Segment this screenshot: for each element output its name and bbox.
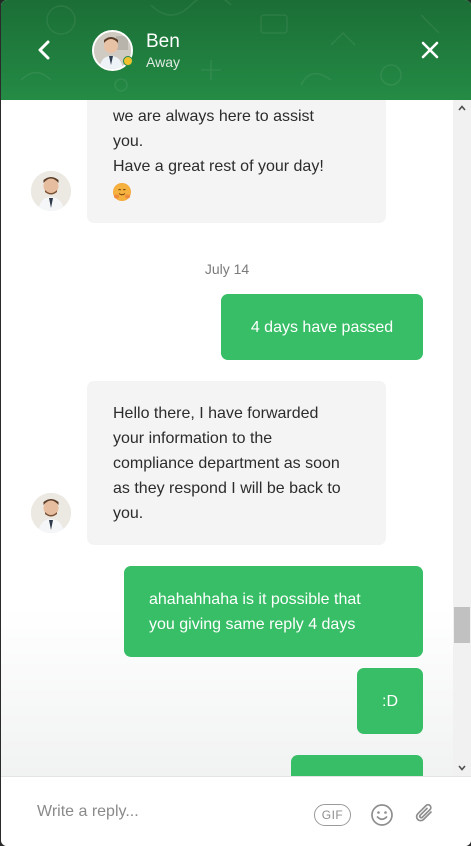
smiley-icon <box>371 804 393 826</box>
agent-avatar <box>92 30 133 71</box>
chevron-left-icon <box>38 40 50 60</box>
caret-down-icon <box>458 765 466 771</box>
message-text: 4 days have passed <box>250 318 394 336</box>
date-separator: July 14 <box>204 261 250 277</box>
message-line: we are always here to assist <box>113 108 314 125</box>
message-line: Hello there, I have forwarded <box>113 405 319 422</box>
agent-status: Away <box>146 54 180 70</box>
chat-header: Ben Away <box>1 0 471 100</box>
scroll-up-button[interactable] <box>453 100 471 116</box>
message-line: your information to the <box>113 430 273 447</box>
hugging-face-emoji <box>113 182 131 201</box>
reply-composer: GIF <box>1 776 471 846</box>
scroll-down-button[interactable] <box>453 760 471 776</box>
message-line: as they respond I will be back to <box>113 480 341 497</box>
emoji-button[interactable] <box>369 802 395 828</box>
message-line: you. <box>113 133 144 150</box>
message-line: you. <box>113 505 144 522</box>
message-line: Have a great rest of your day! <box>113 158 324 175</box>
message-line: ahahahhaha is it possible that <box>149 591 361 608</box>
message-text: :D <box>382 692 398 710</box>
message-line: compliance department as soon <box>113 455 340 472</box>
caret-up-icon <box>458 105 466 111</box>
agent-message: we are always here to assist you. Have a… <box>87 100 386 223</box>
user-message: ahahahhaha is it possible that you givin… <box>124 566 423 657</box>
agent-photo <box>31 493 71 533</box>
message-scrollbar[interactable] <box>453 100 471 776</box>
gif-label: GIF <box>321 808 344 822</box>
user-message <box>291 755 423 776</box>
user-message: :D <box>357 668 423 734</box>
gif-button[interactable]: GIF <box>314 804 351 826</box>
agent-name: Ben <box>146 31 180 52</box>
paperclip-icon <box>415 803 432 822</box>
message-list[interactable]: we are always here to assist you. Have a… <box>1 100 471 776</box>
agent-avatar-small <box>31 171 71 211</box>
close-icon <box>421 41 439 59</box>
agent-photo <box>31 171 71 211</box>
user-message: 4 days have passed <box>221 294 423 360</box>
message-line: you giving same reply 4 days <box>149 616 356 633</box>
reply-input[interactable] <box>23 795 293 829</box>
scroll-thumb[interactable] <box>454 607 470 643</box>
back-button[interactable] <box>31 37 57 63</box>
chat-widget: Ben Away we are always here to assist yo… <box>1 0 471 846</box>
close-button[interactable] <box>417 37 443 63</box>
agent-message: Hello there, I have forwarded your infor… <box>87 381 386 545</box>
agent-avatar-small <box>31 493 71 533</box>
header-doodle-pattern <box>20 0 440 92</box>
away-status-dot <box>123 56 133 66</box>
attach-button[interactable] <box>412 801 438 827</box>
